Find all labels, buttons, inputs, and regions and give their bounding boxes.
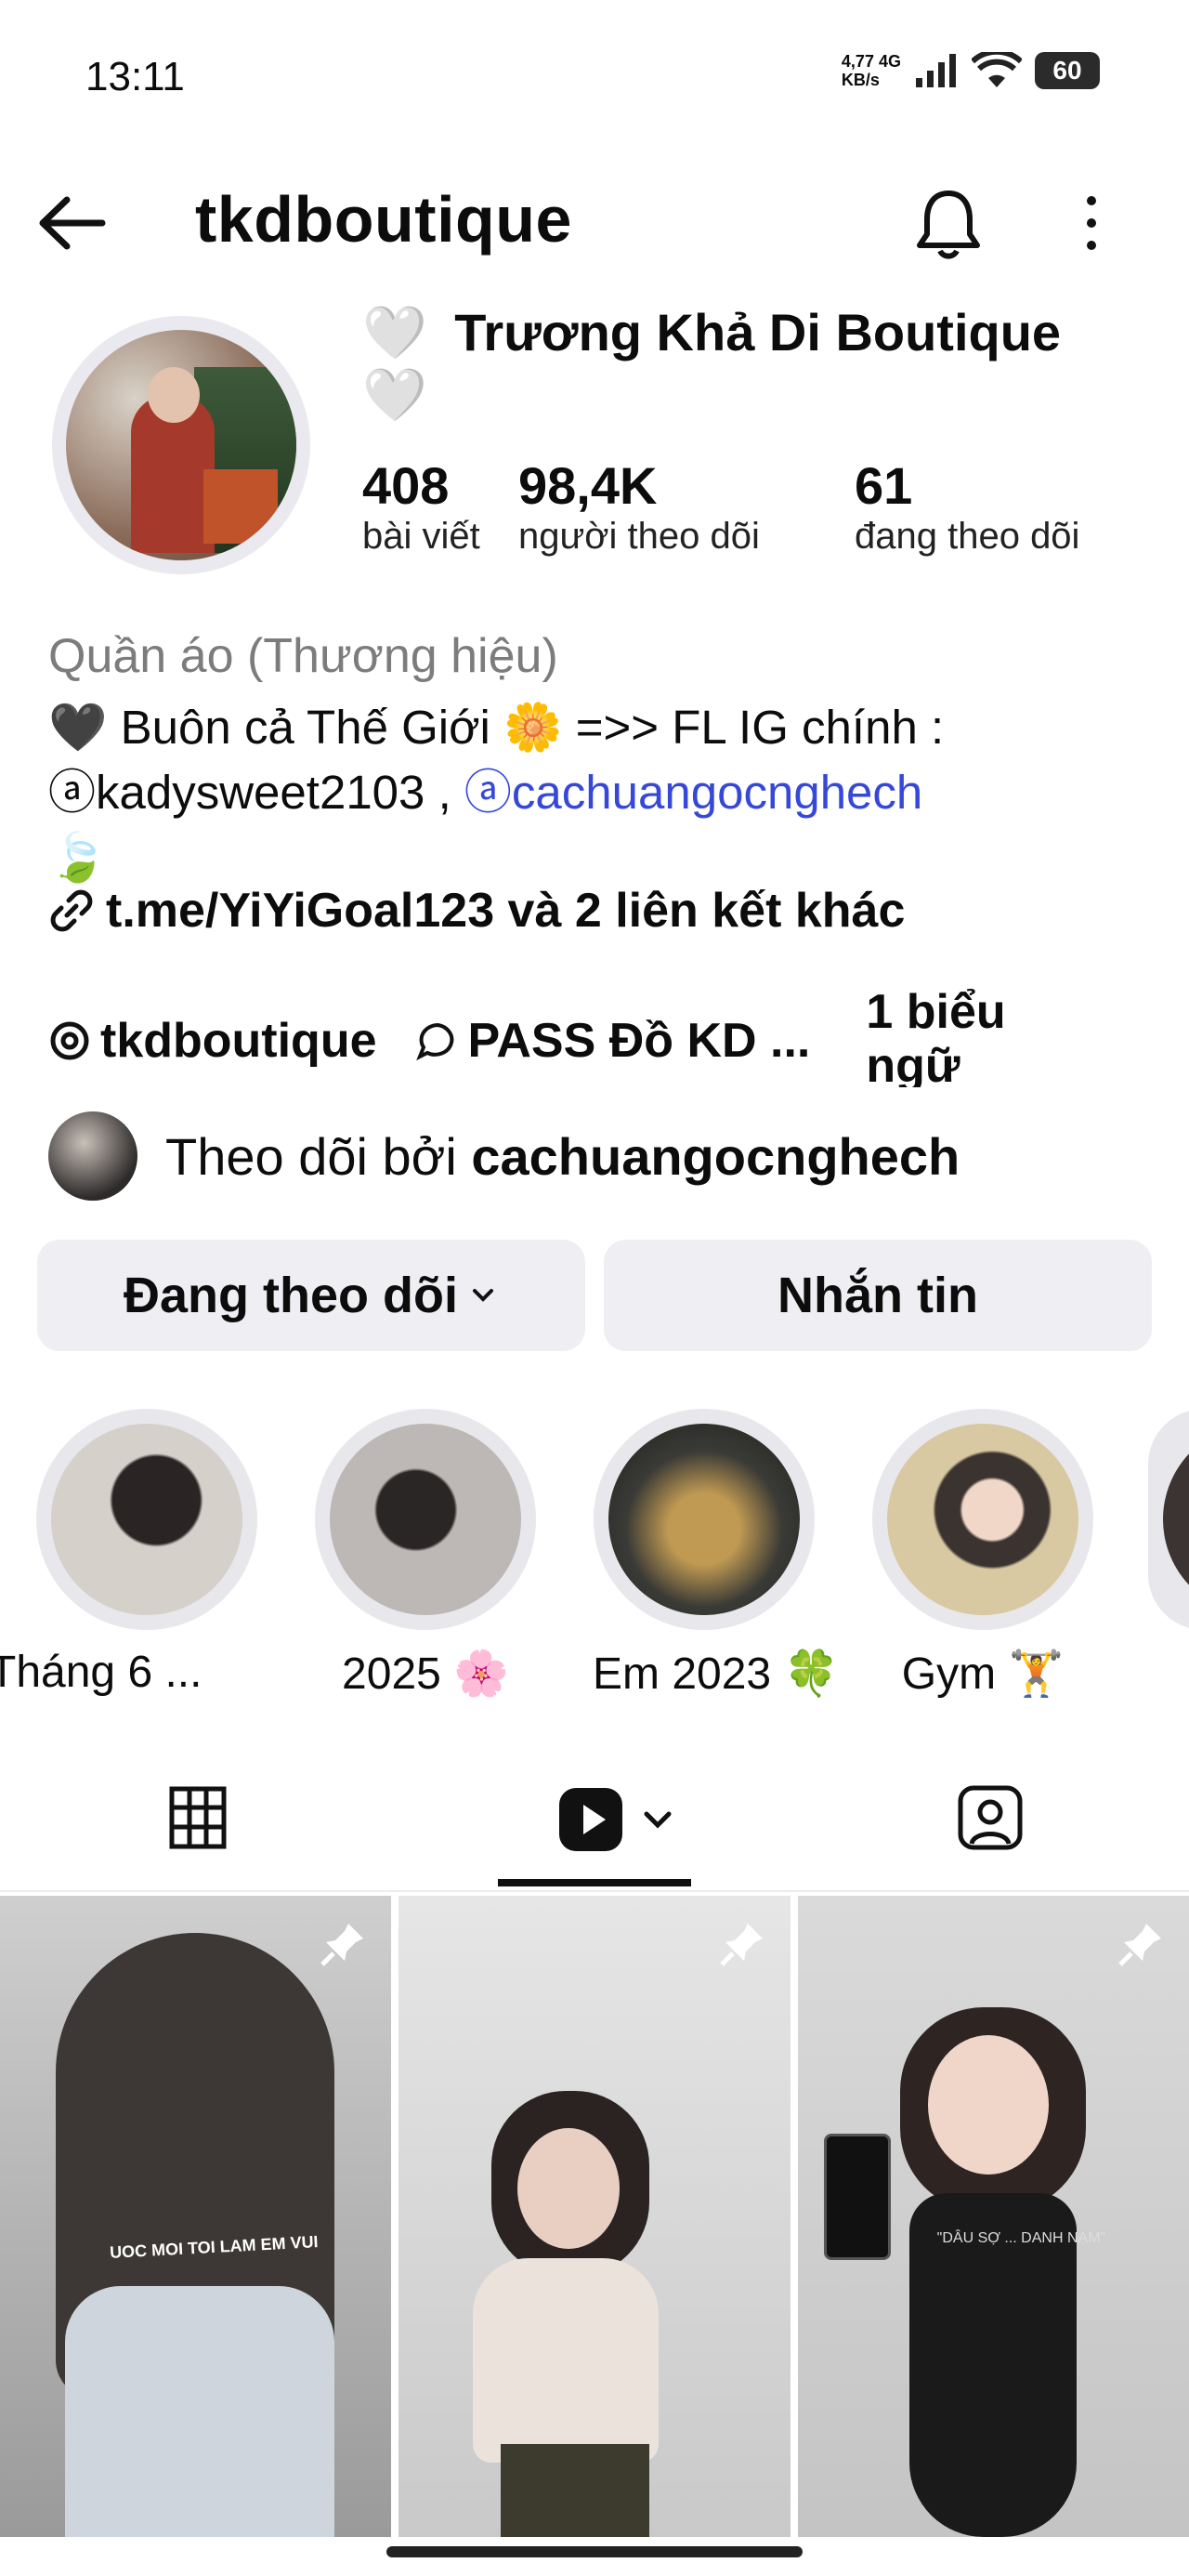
- pin-icon: [1118, 1924, 1161, 1966]
- reel-overlay-text: "DÂU SỢ ... DANH NẠM": [936, 2230, 1106, 2246]
- signal-icon: [916, 54, 956, 87]
- followed-by-user: cachuangocnghech: [471, 1126, 960, 1186]
- stat-value: 61: [855, 456, 913, 515]
- message-button[interactable]: Nhắn tin: [604, 1240, 1152, 1351]
- heart-emoji: 🤍: [362, 303, 427, 361]
- net-speed-unit: KB/s: [841, 71, 880, 89]
- reels-icon: [559, 1788, 622, 1851]
- net-speed: 4,77 4G KB/s: [842, 52, 901, 89]
- highlight-cover: [330, 1424, 521, 1615]
- thread-chip-label: PASS Đồ KD ...: [467, 1014, 811, 1068]
- followed-by-prefix: Theo dõi bởi: [165, 1126, 457, 1186]
- stat-label: đang theo dõi: [855, 516, 1080, 557]
- bio-mention-link[interactable]: ⓐcachuangocnghech: [464, 766, 922, 819]
- net-speed-value: 4,77: [841, 52, 874, 71]
- highlight-cover: [1163, 1424, 1189, 1615]
- threads-username: tkdboutique: [100, 1014, 377, 1068]
- highlight-label: Em 2023 🍀: [593, 1649, 840, 1699]
- bio-emoji: 🍃: [48, 831, 108, 884]
- following-button-label: Đang theo dõi: [124, 1268, 458, 1323]
- home-indicator[interactable]: [386, 2546, 803, 2557]
- stat-following[interactable]: 61 đang theo dõi: [855, 455, 1079, 558]
- profile-category: Quần áo (Thương hiệu): [48, 629, 558, 683]
- chat-bubble-icon: [415, 1022, 453, 1061]
- highlight-ring: [36, 1409, 257, 1630]
- battery-indicator: 60: [1035, 52, 1100, 89]
- highlight-cover: [887, 1424, 1078, 1615]
- bio-mention[interactable]: ⓐkadysweet2103 ,: [48, 766, 451, 819]
- stat-followers[interactable]: 98,4K người theo dõi: [518, 455, 760, 558]
- highlight-cover: [51, 1424, 242, 1615]
- pin-icon: [320, 1924, 364, 1966]
- grid-icon[interactable]: [169, 1784, 227, 1851]
- display-name: Trương Khả Di Boutique: [454, 303, 1062, 361]
- threads-icon: [50, 1021, 89, 1060]
- more-options-icon[interactable]: [1078, 195, 1105, 251]
- thread-chip[interactable]: PASS Đồ KD ...: [414, 1013, 811, 1069]
- profile-tabs: [0, 1766, 1189, 1892]
- avatar-photo: [66, 330, 296, 560]
- followed-by[interactable]: Theo dõi bởi cachuangocnghech: [48, 1111, 960, 1201]
- highlight-ring: [594, 1409, 815, 1630]
- profile-username: tkdboutique: [195, 183, 572, 256]
- message-button-label: Nhắn tin: [777, 1268, 978, 1323]
- stat-label: bài viết: [362, 516, 480, 557]
- stat-value: 408: [362, 456, 450, 515]
- heart-emoji-2: 🤍: [362, 365, 427, 424]
- link-text: t.me/YiYiGoal123 và 2 liên kết khác: [106, 884, 906, 938]
- pin-icon: [719, 1924, 763, 1966]
- banner-chip-line: 1 biểu: [866, 985, 1006, 1039]
- reel-tile[interactable]: "DÂU SỢ ... DANH NẠM": [797, 1896, 1189, 2537]
- bio-line: 🖤 Buôn cả Thế Giới 🌼 =>> FL IG chính :: [48, 701, 945, 754]
- reels-grid: UOC MOI TOI LAM EM VUI "DÂU SỢ ... DANH …: [0, 1896, 1189, 2537]
- back-arrow-icon[interactable]: [35, 191, 110, 256]
- external-links[interactable]: t.me/YiYiGoal123 và 2 liên kết khác: [48, 883, 905, 939]
- tagged-icon[interactable]: [957, 1784, 1024, 1851]
- highlight-ring: [872, 1409, 1093, 1630]
- banner-chip[interactable]: 1 biểu ngữ: [866, 985, 1005, 1087]
- following-button[interactable]: Đang theo dõi: [37, 1240, 585, 1351]
- highlight-label: Gym 🏋️: [901, 1649, 1065, 1699]
- chevron-down-icon: [644, 1811, 672, 1829]
- status-time: 13:11: [85, 54, 185, 99]
- highlight-ring: [315, 1409, 536, 1630]
- profile-chips: tkdboutique PASS Đồ KD ... 1 biểu ngữ: [48, 985, 1006, 1087]
- active-tab-indicator: [498, 1879, 691, 1886]
- wifi-icon: [972, 52, 1022, 87]
- status-icons: 4,77 4G KB/s 60: [842, 52, 1100, 89]
- chevron-down-icon: [472, 1289, 493, 1302]
- highlight-item[interactable]: Em 2023 🍀: [593, 1409, 840, 1700]
- reel-tile[interactable]: [399, 1896, 790, 2537]
- link-icon: [50, 889, 93, 932]
- stat-value: 98,4K: [518, 456, 658, 515]
- stat-posts[interactable]: 408 bài viết: [362, 455, 480, 558]
- highlight-item-partial[interactable]: [1148, 1409, 1189, 1630]
- highlight-label: Tháng 6 ...: [0, 1648, 203, 1697]
- reel-tile[interactable]: UOC MOI TOI LAM EM VUI: [0, 1896, 392, 2537]
- banner-chip-line: ngữ: [866, 1039, 960, 1087]
- stat-label: người theo dõi: [518, 516, 760, 557]
- tab-reels[interactable]: [557, 1786, 676, 1853]
- network-type: 4G: [878, 52, 901, 71]
- highlight-label: 2025 🌸: [342, 1649, 509, 1699]
- highlight-item[interactable]: 2025 🌸: [314, 1409, 537, 1700]
- highlight-item[interactable]: Tháng 6 ...: [0, 1409, 258, 1698]
- profile-bio: 🖤 Buôn cả Thế Giới 🌼 =>> FL IG chính : ⓐ…: [48, 695, 1144, 890]
- highlight-item[interactable]: Gym 🏋️: [871, 1409, 1094, 1700]
- display-name-row: 🤍 Trương Khả Di Boutique: [362, 302, 1061, 363]
- bell-icon[interactable]: [914, 186, 983, 262]
- threads-chip[interactable]: tkdboutique: [48, 1013, 377, 1069]
- highlight-cover: [608, 1424, 800, 1615]
- mutual-follower-avatar: [48, 1111, 137, 1201]
- profile-avatar[interactable]: [52, 316, 310, 574]
